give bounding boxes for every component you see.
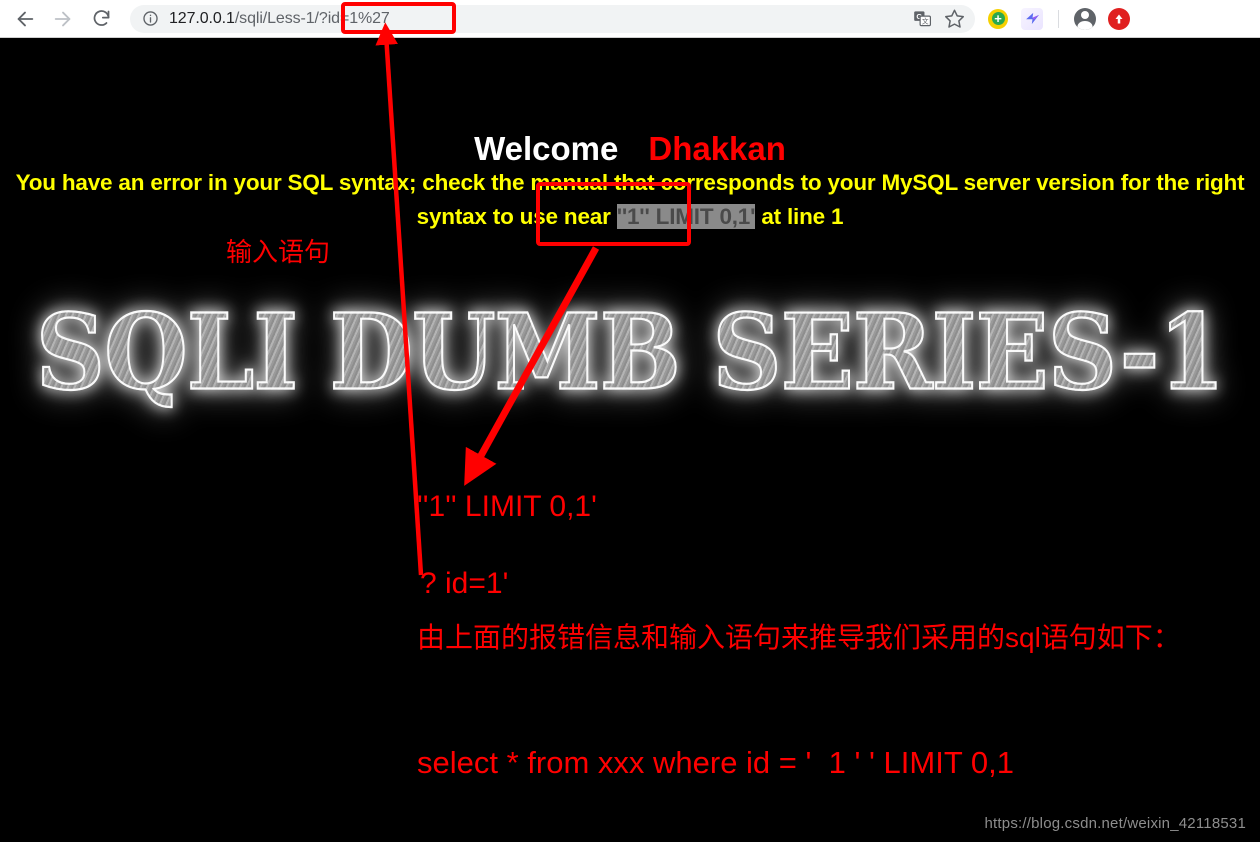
url-query: ?id=1%27: [318, 9, 390, 27]
browser-window: 127.0.0.1/sqli/Less-1/?id=1%27 G 文 + Wel…: [0, 0, 1260, 842]
toolbar-divider: [1058, 9, 1059, 28]
sql-error-text-part2: at line 1: [755, 204, 844, 229]
address-bar[interactable]: 127.0.0.1/sqli/Less-1/?id=1%27 G 文: [130, 4, 975, 33]
green-plus-extension-icon[interactable]: +: [983, 4, 1013, 34]
welcome-heading: Welcome Dhakkan: [0, 130, 1260, 168]
blue-bird-extension-icon[interactable]: [1017, 4, 1047, 34]
sql-error-selected-fragment[interactable]: ''1'' LIMIT 0,1': [616, 204, 755, 229]
site-information-icon[interactable]: [142, 10, 159, 27]
watermark: https://blog.csdn.net/weixin_42118531: [984, 815, 1246, 832]
bookmark-star-icon[interactable]: [939, 5, 969, 33]
browser-toolbar: 127.0.0.1/sqli/Less-1/?id=1%27 G 文 +: [0, 0, 1260, 38]
sql-error-message: You have an error in your SQL syntax; ch…: [0, 166, 1260, 234]
red-arrow-extension-icon[interactable]: [1104, 4, 1134, 34]
welcome-username: Dhakkan: [648, 130, 786, 167]
annotation-input-statement-label: 输入语句: [226, 237, 331, 267]
omnibox-actions: G 文: [907, 5, 969, 33]
annotation-limit-fragment: ''1'' LIMIT 0,1': [417, 490, 597, 523]
annotation-id-fragment: ? id=1': [420, 567, 509, 600]
forward-icon[interactable]: [44, 2, 82, 36]
navigation-buttons: [0, 2, 120, 36]
extension-icons: +: [983, 4, 1134, 34]
reload-icon[interactable]: [82, 2, 120, 36]
annotation-sql-statement: select * from xxx where id = ' 1 ' ' LIM…: [417, 745, 1014, 780]
back-icon[interactable]: [6, 2, 44, 36]
address-bar-url: 127.0.0.1/sqli/Less-1/?id=1%27: [169, 10, 390, 28]
svg-text:文: 文: [921, 17, 928, 26]
url-path: /sqli/Less-1/: [234, 9, 319, 27]
url-host: 127.0.0.1: [169, 9, 235, 27]
annotation-deduction-text: 由上面的报错信息和输入语句来推导我们采用的sql语句如下：: [417, 622, 1181, 653]
translate-icon[interactable]: G 文: [907, 5, 937, 33]
welcome-text: Welcome: [474, 130, 619, 167]
sqli-dumb-series-banner: SQLI DUMB SERIES-1: [0, 290, 1260, 414]
page-content: Welcome Dhakkan You have an error in your…: [0, 38, 1260, 842]
profile-avatar[interactable]: [1070, 4, 1100, 34]
